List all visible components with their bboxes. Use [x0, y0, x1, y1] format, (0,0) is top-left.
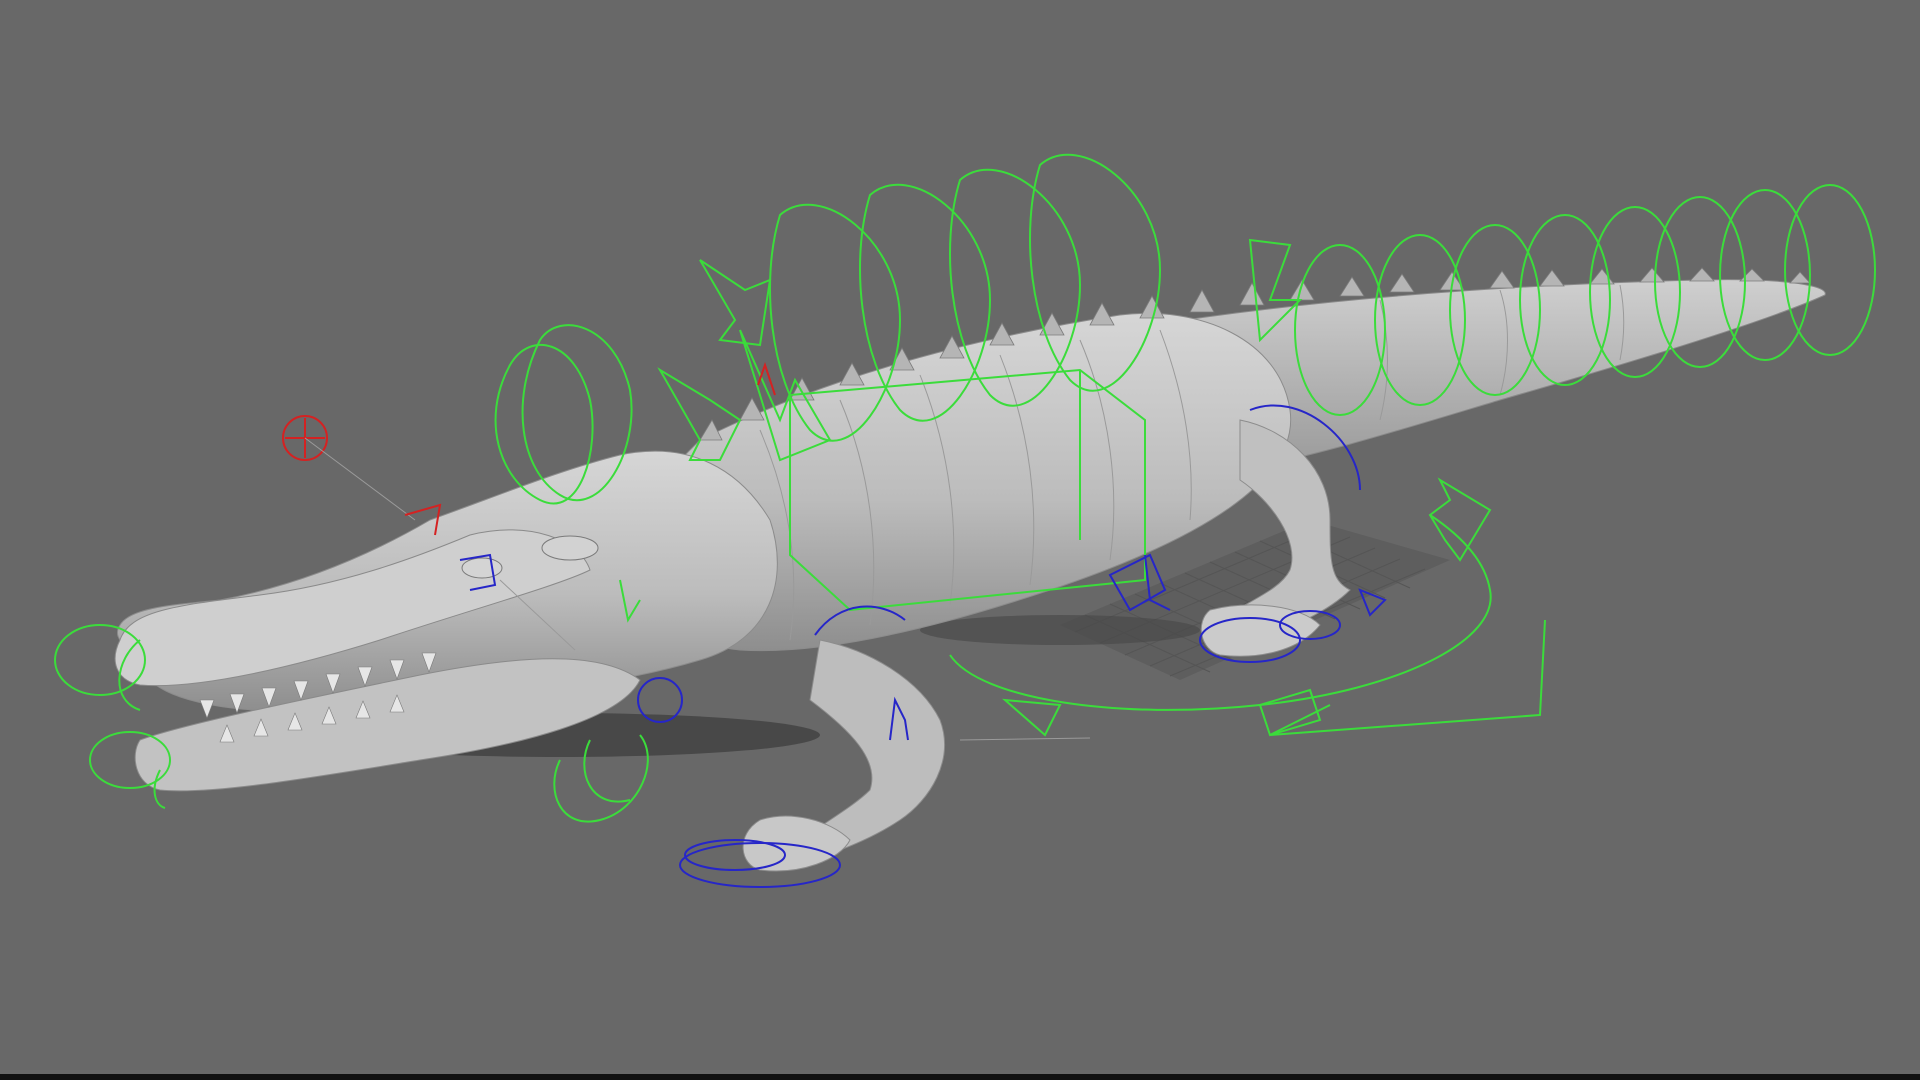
maya-3d-viewport[interactable] [0, 0, 1920, 1080]
alligator-model[interactable] [114, 267, 1826, 872]
viewport-bottom-edge [0, 1074, 1920, 1080]
scene-canvas[interactable] [0, 0, 1920, 1080]
alligator-eye [541, 535, 599, 561]
alligator-eye [461, 557, 503, 579]
